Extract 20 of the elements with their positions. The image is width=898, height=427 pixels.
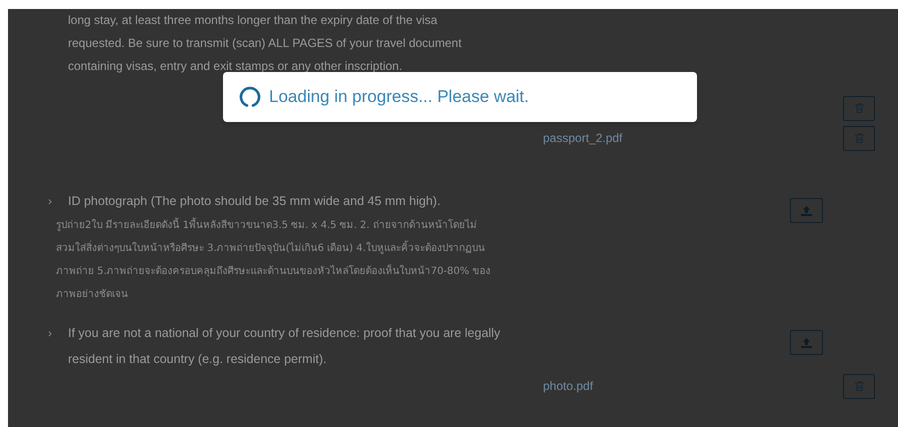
upload-icon [801,206,812,216]
document-title: If you are not a national of your country of residence: proof that you are legally resident in that country (e.g. residence permit). [68,325,502,368]
upload-icon [801,338,812,348]
chevron-icon[interactable]: › [48,320,68,372]
document-description: long stay, at least three months longer than the expiry date of the visa requested. Be sure to transmit (scan) ALL PAGES of your travel document containing visas, entry and exit stamps or any other inscription. [67,12,463,75]
chevron-icon[interactable]: › [48,188,68,214]
upload-button[interactable] [790,198,823,223]
loading-message: Loading in progress... Please wait. [269,86,529,108]
delete-button[interactable] [843,96,875,120]
spinner-icon [239,86,261,108]
upload-button[interactable] [790,330,823,355]
trash-icon [854,103,864,113]
file-link[interactable]: passport_2.pdf [543,131,622,145]
document-title: ID photograph (The photo should be 35 mm wide and 45 mm high). [68,193,440,210]
delete-button[interactable] [843,374,875,398]
trash-icon [854,381,864,391]
document-note: รูปถ่าย2ใบ มีรายละเอียดดังนี้ 1พื้นหลังสีขาวขนาด3.5 ซม. x 4.5 ซม. 2. ถ่ายจากด้านหน้าโดยไม่สวมใส่สิ่งต่างๆบนใบหน้าหรือศีรษะ 3.ภาพถ่ายปัจจุบัน(ไม่เกิน6 เดือน) 4.ใบหูและคิ้วจะต้องปรากฏบนภาพถ่าย 5.ภาพถ่ายจะต้องครอบคลุมถึงศีรษะและด้านบนของหัวไหล่โดยต้องเห็นใบหน้า70-80% ของภาพอย่างชัดเจน [48,214,504,306]
trash-icon [854,133,864,143]
file-link[interactable]: photo.pdf [543,379,594,393]
delete-button[interactable] [843,126,875,150]
